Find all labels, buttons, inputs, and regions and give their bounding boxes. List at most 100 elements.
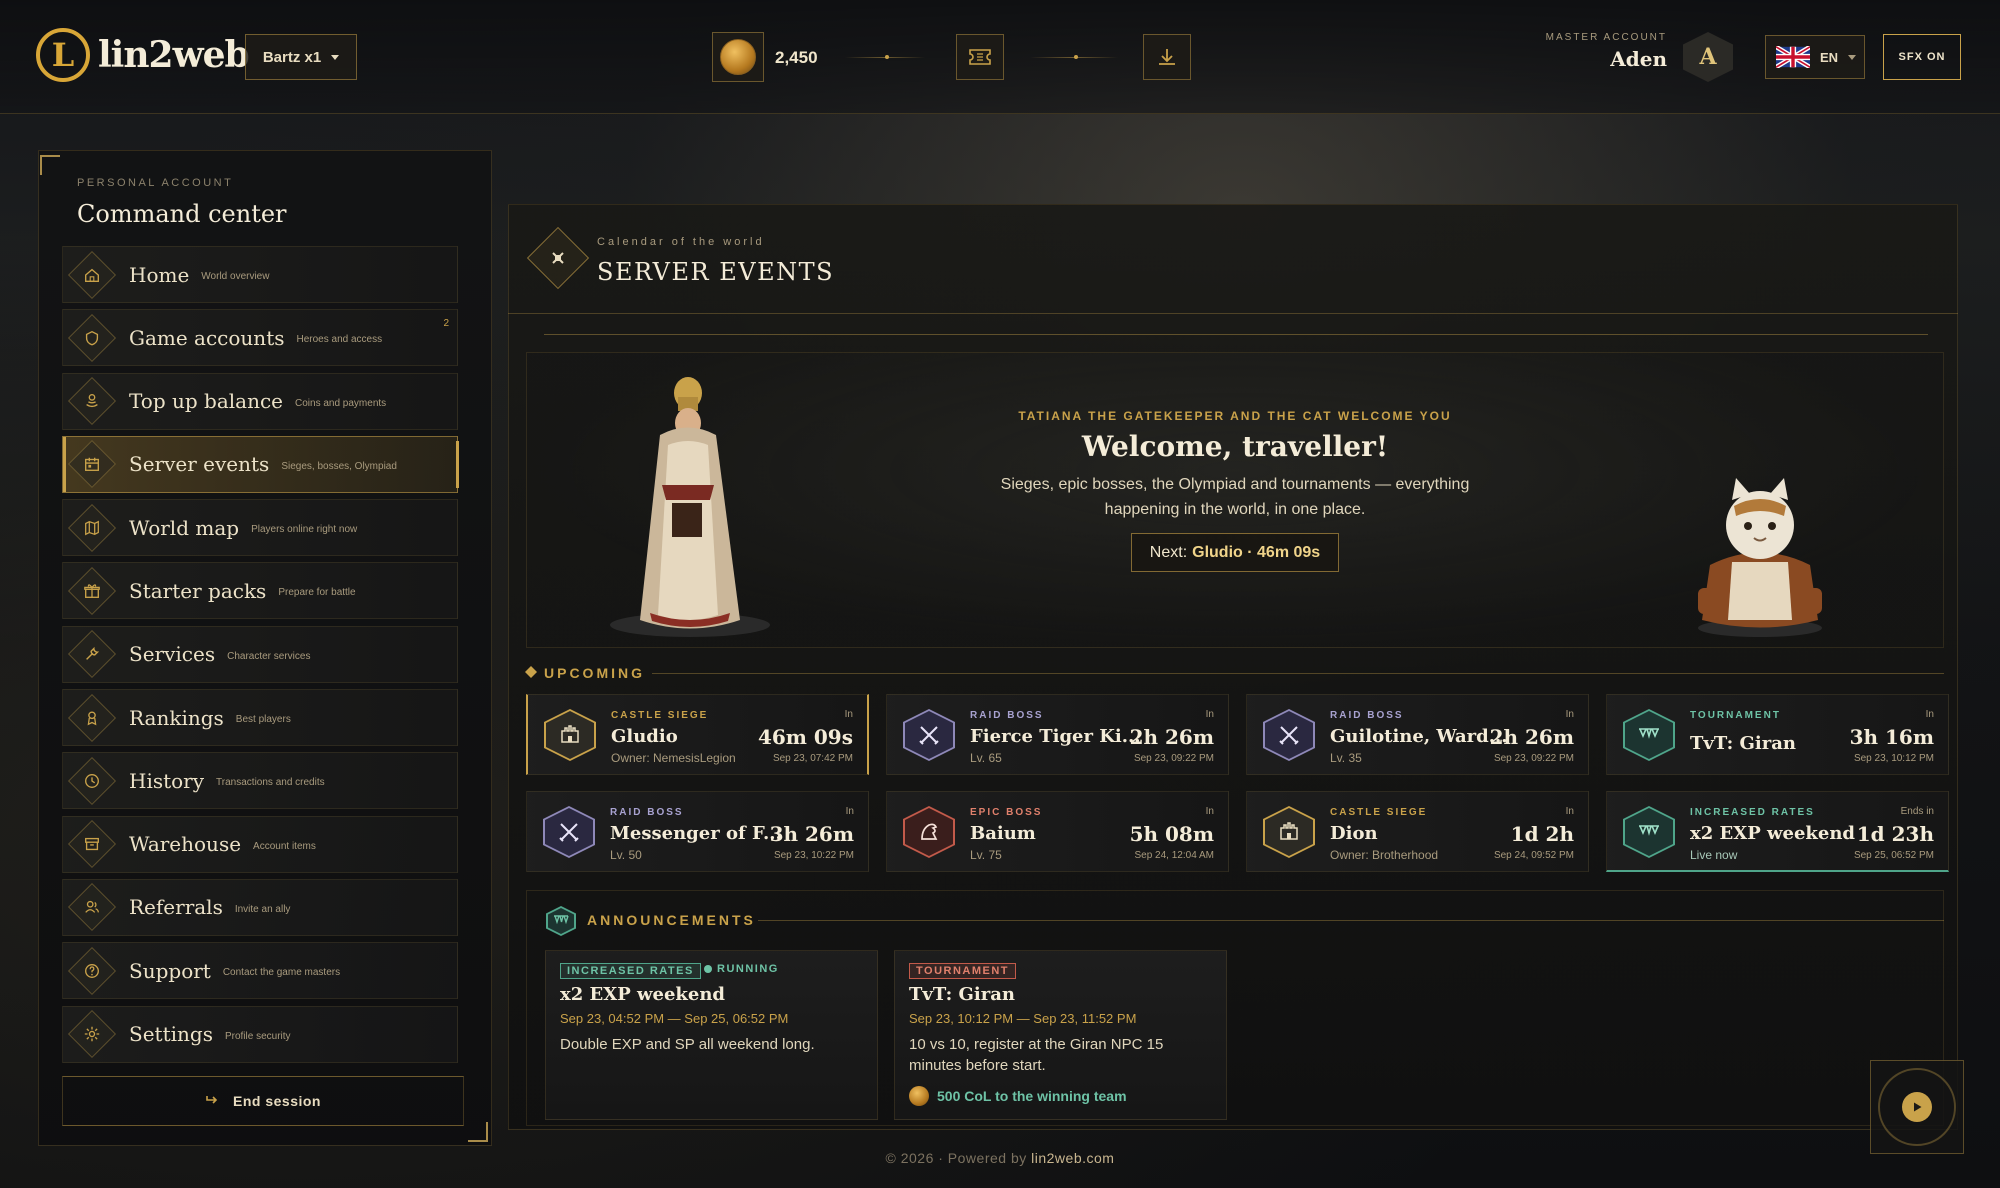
sfx-toggle-button[interactable]: SFX ON — [1883, 34, 1961, 80]
logo[interactable]: L lin2web — [36, 28, 250, 82]
chevron-down-icon — [1848, 54, 1857, 60]
footer: © 2026 · Powered by lin2web.com — [0, 1150, 2000, 1166]
sidebar-item-label: World map — [129, 515, 240, 540]
event-card[interactable]: INCREASED RATES x2 EXP weekend Live now End… — [1606, 791, 1949, 872]
event-countdown-label: In — [1925, 709, 1934, 720]
sidebar-item-label: Server events — [129, 452, 270, 477]
sidebar-item-server-events[interactable]: Server events Sieges, bosses, Olympiad — [62, 435, 459, 493]
bunting-icon — [1623, 806, 1675, 858]
sidebar-nav: Home World overview Game accounts Heroes an… — [62, 246, 459, 1069]
event-type: EPIC BOSS — [970, 807, 1043, 818]
play-button[interactable] — [1902, 1092, 1932, 1122]
top-bar: L lin2web Bartz x1 2,450 MASTER ACCOUNT … — [0, 0, 2000, 114]
sidebar-item-label: Services — [129, 642, 216, 667]
language-select[interactable]: EN — [1765, 35, 1865, 79]
sidebar-item-home[interactable]: Home World overview — [62, 246, 458, 303]
event-card[interactable]: CASTLE SIEGE Dion Owner: Brotherhood In 1d 2… — [1246, 791, 1589, 872]
balance-coin-button[interactable] — [712, 32, 764, 82]
sidebar-item-starter-packs[interactable]: Starter packs Prepare for battle — [62, 562, 458, 620]
master-account: MASTER ACCOUNT Aden — [1545, 32, 1667, 71]
server-select-value: Bartz x1 — [262, 48, 322, 66]
page-kicker: Calendar of the world — [597, 236, 765, 248]
sidebar-item-label: Settings — [129, 1022, 213, 1047]
medal-icon — [67, 693, 117, 742]
welcome-title: Welcome, traveller! — [1081, 430, 1389, 463]
event-card[interactable]: TOURNAMENT TvT: Giran In 3h 16m Sep 23, 10:1… — [1606, 694, 1949, 775]
sidebar-item-subtitle: Character services — [227, 650, 311, 662]
home-icon — [67, 250, 117, 299]
dragon-icon — [903, 806, 955, 858]
next-event-button[interactable]: Next: Gludio · 46m 09s — [1131, 533, 1339, 572]
sidebar-item-subtitle: Players online right now — [251, 524, 358, 536]
sidebar-item-subtitle: Prepare for battle — [278, 587, 356, 599]
sidebar-item-support[interactable]: Support Contact the game masters — [62, 942, 458, 1000]
ticket-icon — [969, 49, 991, 65]
sidebar-item-world-map[interactable]: World map Players online right now — [62, 499, 458, 557]
next-event-label: Next: — [1149, 543, 1188, 561]
download-button[interactable] — [1143, 34, 1191, 80]
event-type: CASTLE SIEGE — [1330, 807, 1428, 818]
archive-icon — [67, 820, 117, 869]
announcement-reward: 500 CoL to the winning team — [909, 1086, 1127, 1106]
event-date: Sep 23, 07:42 PM — [772, 753, 853, 764]
event-card[interactable]: RAID BOSS Fierce Tiger Ki... Lv. 65 In 2h 26… — [886, 694, 1229, 775]
event-type: INCREASED RATES — [1690, 807, 1815, 818]
event-card[interactable]: RAID BOSS Guilotine, Ward... Lv. 35 In 2h 26… — [1246, 694, 1589, 775]
event-countdown: 1d 2h — [1510, 822, 1574, 846]
reward-text: 500 CoL to the winning team — [937, 1088, 1127, 1104]
music-player-widget[interactable] — [1870, 1060, 1964, 1154]
sidebar-item-settings[interactable]: Settings Profile security — [62, 1005, 458, 1063]
crossed-swords-icon — [903, 709, 955, 761]
event-countdown-label: In — [844, 709, 853, 720]
event-name: Gludio — [611, 726, 678, 747]
server-select[interactable]: Bartz x1 — [245, 34, 357, 80]
map-icon — [67, 503, 117, 552]
ticket-button[interactable] — [956, 34, 1004, 80]
announcement-text: 10 vs 10, register at the Giran NPC 15 m… — [909, 1036, 1164, 1074]
event-type: RAID BOSS — [1330, 710, 1404, 721]
sidebar-item-subtitle: Profile security — [224, 1030, 291, 1042]
castle-icon — [1263, 806, 1315, 858]
sidebar-item-label: Home — [129, 262, 190, 287]
welcome-text: Sieges, epic bosses, the Olympiad and to… — [1000, 476, 1470, 518]
sidebar-item-rankings[interactable]: Rankings Best players — [62, 689, 458, 747]
event-countdown: 5h 08m — [1129, 822, 1214, 846]
gift-icon — [67, 566, 117, 616]
event-name: TvT: Giran — [1690, 733, 1796, 754]
sidebar-item-history[interactable]: History Transactions and credits — [62, 752, 458, 810]
event-type: CASTLE SIEGE — [611, 710, 709, 721]
announcement-title: x2 EXP weekend — [560, 984, 726, 1005]
footer-text: © 2026 · Powered by — [885, 1150, 1027, 1166]
end-session-label: End session — [233, 1093, 321, 1109]
event-name: Messenger of F... — [610, 823, 782, 844]
language-value: EN — [1820, 49, 1839, 65]
end-session-button[interactable]: End session — [62, 1076, 464, 1126]
event-card[interactable]: CASTLE SIEGE Gludio Owner: NemesisLegion In… — [526, 694, 869, 775]
event-name: x2 EXP weekend — [1690, 823, 1856, 844]
event-subtitle: Owner: NemesisLegion — [611, 751, 736, 765]
event-countdown: 2h 26m — [1489, 725, 1574, 749]
event-name: Dion — [1330, 823, 1378, 844]
event-card[interactable]: EPIC BOSS Baium Lv. 75 In 5h 08m Sep 24, 12:0… — [886, 791, 1229, 872]
divider — [652, 673, 1944, 674]
sidebar-item-label: Top up balance — [129, 389, 283, 414]
sidebar-item-referrals[interactable]: Referrals Invite an ally — [62, 878, 458, 936]
announcement-card[interactable]: INCREASED RATES RUNNING x2 EXP weekend Sep … — [545, 950, 878, 1120]
upcoming-label: UPCOMING — [544, 665, 645, 681]
balance-value: 2,450 — [775, 48, 818, 67]
sidebar-item-services[interactable]: Services Character services — [62, 625, 458, 683]
avatar[interactable]: A — [1683, 32, 1733, 82]
sidebar-item-top-up-balance[interactable]: Top up balance Coins and payments — [62, 372, 458, 430]
event-card[interactable]: RAID BOSS Messenger of F... Lv. 50 In 3h 26m… — [526, 791, 869, 872]
event-countdown-label: In — [1205, 709, 1214, 720]
footer-link[interactable]: lin2web.com — [1031, 1150, 1114, 1166]
event-countdown-label: Ends in — [1900, 806, 1934, 817]
announcement-card[interactable]: TOURNAMENT TvT: Giran Sep 23, 10:12 PM — S… — [894, 950, 1227, 1120]
event-date: Sep 24, 12:04 AM — [1134, 850, 1214, 861]
sidebar-item-label: Referrals — [129, 895, 223, 920]
sidebar-item-subtitle: Account items — [253, 840, 316, 852]
sidebar-item-label: Game accounts — [129, 325, 285, 350]
sidebar-item-game-accounts[interactable]: Game accounts Heroes and access 2 — [62, 309, 458, 367]
sidebar-title: Command center — [77, 200, 287, 228]
sidebar-item-warehouse[interactable]: Warehouse Account items — [62, 815, 458, 873]
